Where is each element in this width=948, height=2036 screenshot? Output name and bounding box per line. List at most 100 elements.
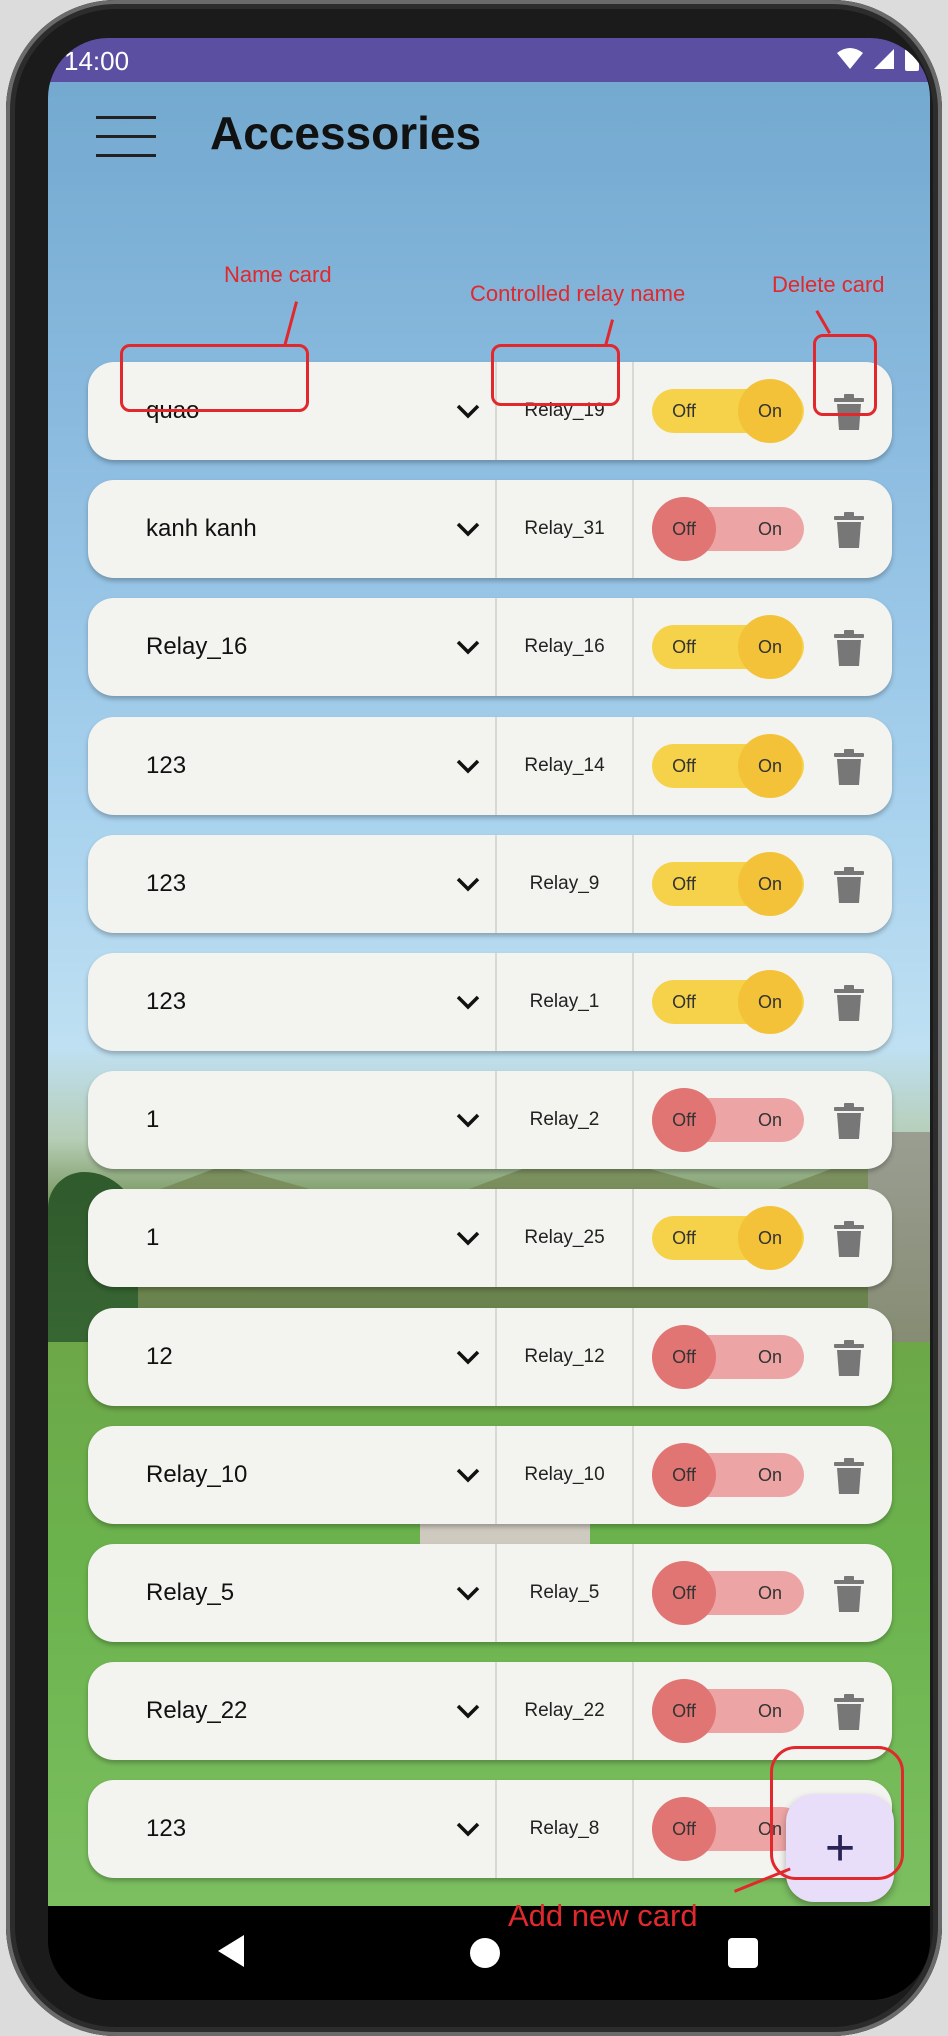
chevron-down-icon[interactable]: [454, 752, 482, 780]
card-name-dropdown[interactable]: 12: [146, 1308, 173, 1406]
relay-toggle[interactable]: Off On: [652, 1325, 804, 1389]
accessory-card: Relay_22 Relay_22 Off On: [88, 1662, 892, 1760]
trash-icon[interactable]: [832, 1103, 866, 1139]
card-name-dropdown[interactable]: Relay_16: [146, 598, 247, 696]
toggle-off-label: Off: [672, 1347, 696, 1367]
trash-icon[interactable]: [832, 1340, 866, 1376]
relay-toggle[interactable]: Off On: [652, 1443, 804, 1507]
back-icon[interactable]: [216, 1934, 246, 1968]
relay-toggle[interactable]: Off On: [652, 1561, 804, 1625]
toggle-on-label: On: [757, 637, 782, 657]
trash-icon[interactable]: [832, 867, 866, 903]
toggle-off-label: Off: [672, 519, 696, 539]
trash-icon[interactable]: [832, 1221, 866, 1257]
battery-icon: [905, 46, 919, 71]
relay-name: Relay_12: [524, 1346, 605, 1367]
card-name-dropdown[interactable]: 123: [146, 717, 186, 815]
card-name-dropdown[interactable]: Relay_5: [146, 1544, 234, 1642]
relay-toggle[interactable]: Off On: [652, 379, 804, 443]
accessory-card: 123 Relay_14 Off On: [88, 717, 892, 815]
card-name-dropdown[interactable]: Relay_10: [146, 1426, 247, 1524]
toggle-off-label: Off: [672, 1465, 696, 1485]
relay-name: Relay_25: [524, 1227, 605, 1248]
toggle-on-label: On: [757, 1110, 782, 1130]
status-bar: 14:00: [48, 38, 930, 82]
relay-name: Relay_10: [524, 1464, 605, 1485]
relay-toggle[interactable]: Off On: [652, 1206, 804, 1270]
relay-name: Relay_8: [529, 1818, 600, 1839]
accessory-card: 1 Relay_2 Off On: [88, 1071, 892, 1169]
relay-toggle[interactable]: Off On: [652, 852, 804, 916]
accessory-card: Relay_16 Relay_16 Off On: [88, 598, 892, 696]
chevron-down-icon[interactable]: [454, 1579, 482, 1607]
chevron-down-icon[interactable]: [454, 515, 482, 543]
chevron-down-icon[interactable]: [454, 1461, 482, 1489]
toggle-off-label: Off: [672, 874, 696, 894]
trash-icon[interactable]: [832, 1694, 866, 1730]
accessory-card: 123 Relay_1 Off On: [88, 953, 892, 1051]
toggle-off-label: Off: [672, 1701, 696, 1721]
card-name-dropdown[interactable]: 123: [146, 953, 186, 1051]
relay-toggle[interactable]: Off On: [652, 1088, 804, 1152]
relay-toggle[interactable]: Off On: [652, 615, 804, 679]
toggle-on-label: On: [757, 756, 782, 776]
card-divider: [632, 1189, 634, 1287]
accessory-card: Relay_5 Relay_5 Off On: [88, 1544, 892, 1642]
card-name-dropdown[interactable]: kanh kanh: [146, 480, 257, 578]
page-title: Accessories: [210, 107, 482, 159]
chevron-down-icon[interactable]: [454, 397, 482, 425]
card-name-dropdown[interactable]: 123: [146, 1780, 186, 1878]
card-divider: [632, 480, 634, 578]
relay-name: Relay_22: [524, 1700, 605, 1721]
hamburger-menu-icon[interactable]: [96, 114, 158, 160]
card-name-dropdown[interactable]: Relay_22: [146, 1662, 247, 1760]
home-icon[interactable]: [470, 1938, 500, 1968]
phone-frame: 14:00 Accessories quao Relay_19 Off On kanh …: [6, 0, 942, 2036]
relay-toggle[interactable]: Off On: [652, 1679, 804, 1743]
card-name-dropdown[interactable]: 1: [146, 1189, 159, 1287]
chevron-down-icon[interactable]: [454, 988, 482, 1016]
trash-icon[interactable]: [832, 985, 866, 1021]
trash-icon[interactable]: [832, 630, 866, 666]
card-divider: [632, 1426, 634, 1524]
card-name-dropdown[interactable]: 123: [146, 835, 186, 933]
toggle-on-label: On: [757, 1583, 782, 1603]
relay-name: Relay_1: [529, 991, 600, 1012]
annotation-add-box: [770, 1746, 904, 1880]
recent-apps-icon[interactable]: [728, 1938, 758, 1968]
card-divider: [632, 598, 634, 696]
chevron-down-icon[interactable]: [454, 870, 482, 898]
status-icons: [836, 46, 920, 72]
app-bar: Accessories: [48, 82, 930, 192]
trash-icon[interactable]: [832, 512, 866, 548]
relay-toggle[interactable]: Off On: [652, 734, 804, 798]
annotation-delete-box: [813, 334, 877, 416]
toggle-off-label: Off: [672, 1110, 696, 1130]
card-name-dropdown[interactable]: 1: [146, 1071, 159, 1169]
screen: 14:00 Accessories quao Relay_19 Off On kanh …: [48, 38, 930, 2000]
trash-icon[interactable]: [832, 1576, 866, 1612]
card-divider: [632, 1662, 634, 1760]
card-divider: [632, 1071, 634, 1169]
chevron-down-icon[interactable]: [454, 1697, 482, 1725]
card-divider: [632, 362, 634, 460]
trash-icon[interactable]: [832, 749, 866, 785]
card-divider: [632, 953, 634, 1051]
annotation-relay-box: [491, 344, 620, 406]
chevron-down-icon[interactable]: [454, 1224, 482, 1252]
chevron-down-icon[interactable]: [454, 1343, 482, 1371]
annotation-name-card: Name card: [224, 262, 332, 287]
card-divider: [632, 835, 634, 933]
accessory-card: 12 Relay_12 Off On: [88, 1308, 892, 1406]
relay-toggle[interactable]: Off On: [652, 970, 804, 1034]
trash-icon[interactable]: [832, 1458, 866, 1494]
chevron-down-icon[interactable]: [454, 1815, 482, 1843]
card-divider: [632, 717, 634, 815]
relay-name: Relay_5: [529, 1582, 600, 1603]
relay-name: Relay_2: [529, 1109, 600, 1130]
chevron-down-icon[interactable]: [454, 633, 482, 661]
signal-icon: [874, 49, 894, 69]
relay-toggle[interactable]: Off On: [652, 497, 804, 561]
chevron-down-icon[interactable]: [454, 1106, 482, 1134]
toggle-off-label: Off: [672, 756, 696, 776]
